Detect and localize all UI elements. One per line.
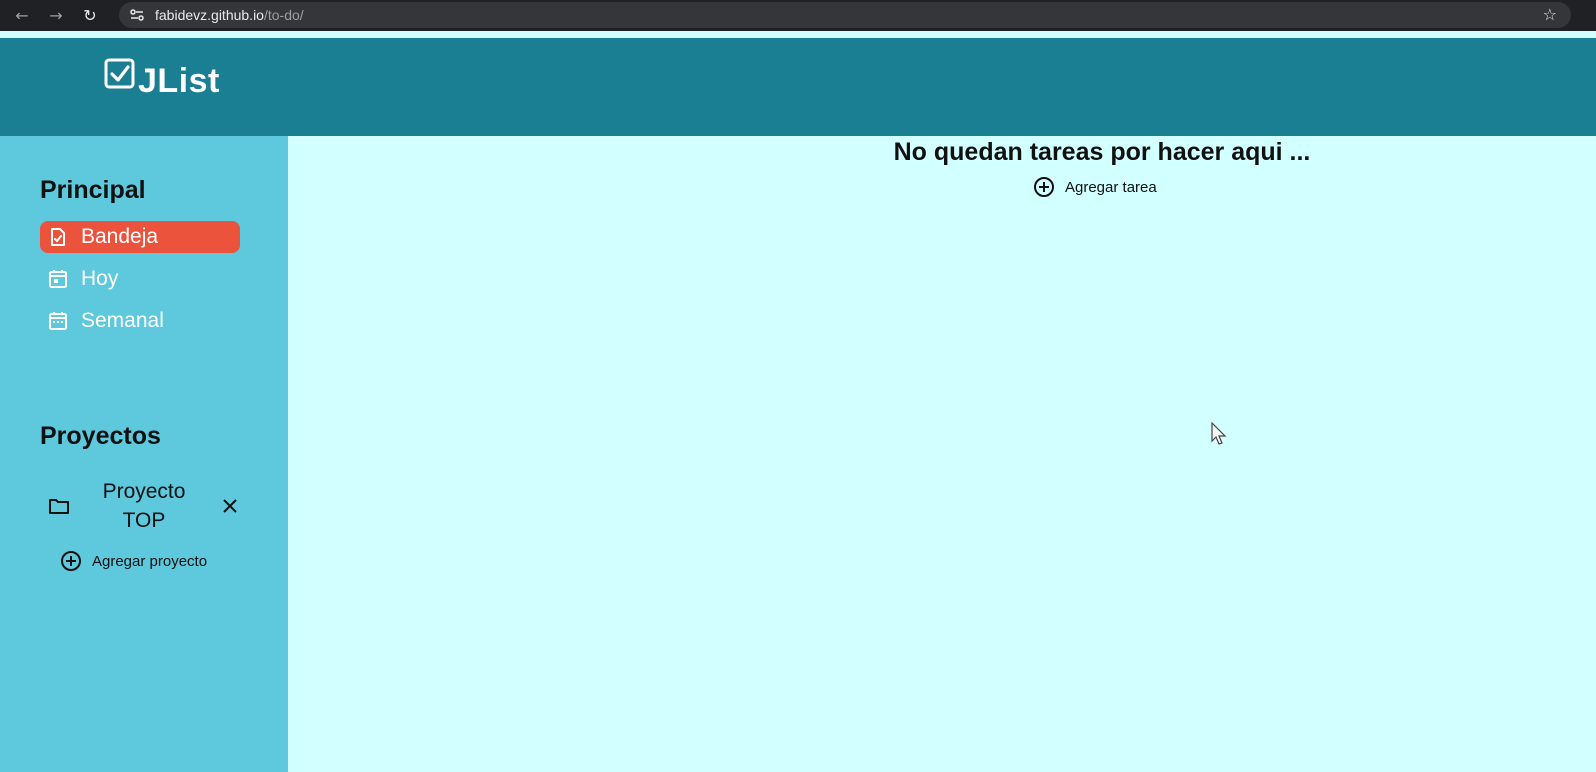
close-icon[interactable] bbox=[221, 497, 239, 515]
sidebar-item-label: Semanal bbox=[81, 309, 164, 332]
add-project-button[interactable]: Agregar proyecto bbox=[60, 550, 207, 572]
browser-toolbar: ← → ↻ fabidevz.github.io/to-do/ ☆ bbox=[0, 0, 1596, 31]
add-project-label: Agregar proyecto bbox=[92, 552, 208, 570]
address-bar[interactable]: fabidevz.github.io/to-do/ ☆ bbox=[119, 2, 1571, 28]
sidebar-item-bandeja[interactable]: Bandeja bbox=[40, 221, 240, 253]
folder-icon bbox=[48, 496, 70, 516]
url-host: fabidevz.github.io bbox=[155, 7, 264, 23]
reload-icon[interactable]: ↻ bbox=[78, 4, 102, 28]
sidebar: Principal Bandeja Hoy Semanal Proyectos … bbox=[0, 136, 288, 772]
mouse-cursor-icon bbox=[1210, 421, 1230, 453]
project-label: Proyecto TOP bbox=[77, 477, 211, 535]
checkbox-logo-icon bbox=[104, 58, 136, 95]
calendar-week-icon bbox=[48, 311, 68, 331]
section-title-principal: Principal bbox=[40, 176, 146, 204]
plus-circle-icon bbox=[60, 550, 82, 572]
add-task-button[interactable]: Agregar tarea bbox=[1033, 176, 1157, 198]
app-title: JList bbox=[138, 62, 220, 100]
app-logo: JList bbox=[104, 58, 220, 101]
site-info-icon[interactable] bbox=[127, 5, 147, 25]
main-content: No quedan tareas por hacer aqui ... Agre… bbox=[288, 136, 1596, 772]
project-label-line1: Proyecto bbox=[102, 480, 186, 503]
url-text: fabidevz.github.io/to-do/ bbox=[155, 7, 304, 23]
back-icon[interactable]: ← bbox=[10, 4, 34, 28]
empty-state-message: No quedan tareas por hacer aqui ... bbox=[893, 138, 1311, 166]
app-header: JList bbox=[0, 38, 1596, 136]
calendar-today-icon bbox=[48, 269, 68, 289]
plus-circle-icon bbox=[1033, 176, 1055, 198]
project-item[interactable]: Proyecto TOP bbox=[40, 474, 240, 538]
add-task-label: Agregar tarea bbox=[1065, 178, 1157, 196]
section-title-proyectos: Proyectos bbox=[40, 422, 161, 450]
project-label-line2: TOP bbox=[122, 509, 166, 532]
sidebar-item-hoy[interactable]: Hoy bbox=[40, 263, 240, 295]
sidebar-item-semanal[interactable]: Semanal bbox=[40, 305, 240, 337]
forward-icon[interactable]: → bbox=[44, 4, 68, 28]
sidebar-item-label: Hoy bbox=[81, 267, 119, 290]
url-path: /to-do/ bbox=[263, 7, 304, 23]
inbox-doc-icon bbox=[48, 227, 68, 247]
sidebar-item-label: Bandeja bbox=[81, 225, 159, 248]
bookmark-star-icon[interactable]: ☆ bbox=[1543, 5, 1557, 24]
